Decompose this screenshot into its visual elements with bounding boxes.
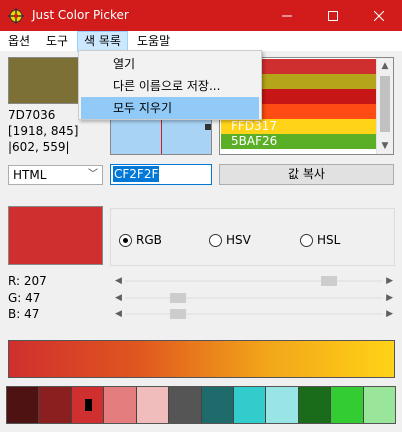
radio-rgb-indicator — [119, 233, 132, 247]
radio-hsl-label: HSL — [317, 233, 341, 247]
color-gradient-bar[interactable] — [8, 340, 395, 378]
close-icon — [374, 10, 384, 21]
radio-hsl[interactable]: HSL — [300, 233, 340, 247]
crosshair-icon — [8, 8, 24, 24]
channel-b-slider[interactable]: ◀ ▶ — [113, 307, 395, 321]
radio-rgb-label: RGB — [136, 233, 162, 247]
screen-coordinates: [1918, 845] — [8, 124, 79, 138]
palette-cell[interactable] — [104, 387, 137, 423]
radio-hsv[interactable]: HSV — [209, 233, 251, 247]
chevron-down-icon: ﹀ — [88, 169, 98, 180]
slider-track — [125, 297, 383, 299]
scroll-up-arrow-icon[interactable]: ▲ — [377, 58, 393, 74]
scroll-right-arrow-icon[interactable]: ▶ — [386, 291, 393, 305]
picked-hex-value: 7D7036 — [8, 108, 56, 122]
slider-track — [125, 280, 383, 282]
palette-cell[interactable] — [363, 387, 396, 423]
minimize-icon — [282, 15, 292, 16]
scroll-left-arrow-icon[interactable]: ◀ — [115, 274, 122, 288]
menu-options[interactable]: 옵션 — [2, 31, 36, 52]
menu-bar: 옵션 도구 색 목록 도움말 — [0, 31, 402, 52]
copy-value-button[interactable]: 값 복사 — [219, 164, 394, 185]
list-scrollbar[interactable]: ▲ ▼ — [376, 58, 393, 154]
window-title: Just Color Picker — [32, 8, 129, 22]
maximize-button[interactable] — [310, 0, 356, 31]
title-bar: Just Color Picker — [0, 0, 402, 31]
minimize-button[interactable] — [264, 0, 310, 31]
hex-value-field[interactable]: CF2F2F — [110, 164, 212, 185]
scroll-left-arrow-icon[interactable]: ◀ — [115, 307, 122, 321]
format-select-value: HTML — [13, 168, 47, 182]
color-list-item[interactable]: 5BAF26 — [221, 134, 377, 149]
palette-cell[interactable] — [169, 387, 202, 423]
channel-b-label: B: 47 — [8, 307, 40, 321]
palette-cell[interactable] — [298, 387, 332, 423]
menu-help[interactable]: 도움말 — [131, 31, 176, 52]
palette-cell[interactable] — [201, 387, 234, 423]
list-scroll-thumb[interactable] — [380, 76, 390, 132]
menu-item-save-as[interactable]: 다른 이름으로 저장... — [81, 75, 259, 97]
palette-cell[interactable] — [136, 387, 170, 423]
palette-cell[interactable] — [39, 387, 72, 423]
current-color-swatch — [8, 206, 103, 265]
channel-g-slider[interactable]: ◀ ▶ — [113, 291, 395, 305]
close-button[interactable] — [356, 0, 402, 31]
scroll-right-arrow-icon[interactable]: ▶ — [386, 274, 393, 288]
slider-track — [125, 313, 383, 315]
slider-thumb[interactable] — [170, 309, 186, 319]
format-select[interactable]: HTML ﹀ — [8, 165, 103, 185]
selected-marker — [84, 399, 92, 411]
palette-cell[interactable] — [331, 387, 364, 423]
magnifier-pixel-block — [205, 124, 211, 130]
scroll-down-arrow-icon[interactable]: ▼ — [377, 138, 393, 154]
palette-cell[interactable] — [266, 387, 299, 423]
radio-hsl-indicator — [300, 233, 313, 247]
color-model-group: RGB HSV HSL — [110, 208, 395, 266]
radio-hsv-label: HSV — [226, 233, 251, 247]
scroll-right-arrow-icon[interactable]: ▶ — [386, 307, 393, 321]
slider-thumb[interactable] — [321, 276, 337, 286]
menu-item-clear-all[interactable]: 모두 지우기 — [81, 97, 259, 119]
color-palette — [6, 386, 396, 424]
menu-item-open[interactable]: 열기 — [81, 53, 259, 75]
window-coordinates: |602, 559| — [8, 140, 70, 154]
channel-g-label: G: 47 — [8, 291, 41, 305]
scroll-left-arrow-icon[interactable]: ◀ — [115, 291, 122, 305]
slider-thumb[interactable] — [170, 293, 186, 303]
radio-rgb[interactable]: RGB — [119, 233, 162, 247]
menu-color-list[interactable]: 색 목록 — [77, 31, 128, 52]
channel-r-slider[interactable]: ◀ ▶ — [113, 274, 395, 288]
radio-hsv-indicator — [209, 233, 222, 247]
palette-cell[interactable] — [71, 387, 105, 423]
hex-value-text: CF2F2F — [113, 166, 160, 182]
maximize-icon — [328, 10, 338, 21]
channel-r-label: R: 207 — [8, 274, 47, 288]
color-list-item[interactable]: FFD317 — [221, 119, 377, 134]
menu-tools[interactable]: 도구 — [40, 31, 74, 52]
palette-cell[interactable] — [7, 387, 40, 423]
palette-cell[interactable] — [233, 387, 267, 423]
color-list-dropdown-menu: 열기 다른 이름으로 저장... 모두 지우기 — [78, 50, 262, 120]
